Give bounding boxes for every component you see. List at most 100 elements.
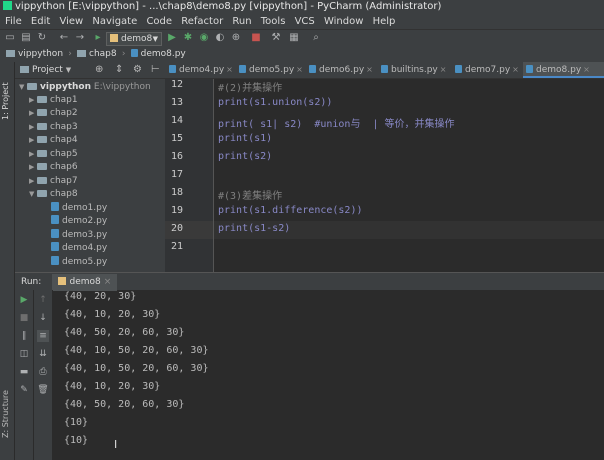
settings-wrench-icon[interactable]: ⚒: [270, 32, 282, 44]
menu-run[interactable]: Run: [232, 16, 251, 27]
tree-root[interactable]: ▼ vippython E:\vippython: [19, 81, 151, 94]
close-icon[interactable]: ×: [512, 65, 519, 74]
hide-panel-icon[interactable]: ⊢: [151, 62, 160, 78]
close-icon[interactable]: ×: [440, 65, 447, 74]
title-bar: vippython [E:\vippython] - ...\chap8\dem…: [0, 0, 604, 14]
folder-label: chap3: [50, 122, 78, 132]
tree-folder[interactable]: ▶ chap2: [29, 107, 78, 120]
project-panel-header: Project ▼ ⊕ ⇕ ⚙ ⊢: [15, 62, 165, 79]
menu-tools[interactable]: Tools: [261, 16, 286, 27]
tab-demo4[interactable]: demo4.py ×: [169, 62, 233, 78]
menu-help[interactable]: Help: [373, 16, 396, 27]
tree-file[interactable]: demo2.py: [51, 215, 107, 228]
locate-target-icon[interactable]: ⊕: [95, 62, 103, 78]
run-label: Run:: [21, 277, 42, 287]
menu-file[interactable]: File: [5, 16, 22, 27]
console-output-line: {40, 20, 30}: [64, 291, 137, 302]
concurrency-icon[interactable]: ⊕: [230, 32, 242, 44]
open-folder-icon[interactable]: ▭: [4, 32, 16, 44]
tree-folder[interactable]: ▶ chap1: [29, 94, 78, 107]
sync-icon[interactable]: ↻: [36, 32, 48, 44]
scroll-to-end-icon[interactable]: ⇊: [37, 348, 49, 360]
debug-icon[interactable]: ✱: [182, 32, 194, 44]
tab-demo7[interactable]: demo7.py ×: [455, 62, 519, 78]
collapsed-arrow-icon: ▶: [29, 177, 35, 185]
menu-vcs[interactable]: VCS: [295, 16, 315, 27]
close-icon[interactable]: ×: [296, 65, 303, 74]
project-tool-tab[interactable]: 1: Project: [1, 68, 13, 120]
project-panel: Project ▼ ⊕ ⇕ ⚙ ⊢ ▼ vippython E:\vippython…: [15, 62, 165, 272]
trash-icon[interactable]: 🗑: [37, 384, 49, 396]
run-tab[interactable]: demo8 ×: [52, 274, 118, 291]
tree-folder[interactable]: ▶ chap7: [29, 175, 78, 188]
run-config-select[interactable]: demo8 ▼: [106, 32, 162, 46]
tree-folder[interactable]: ▶ chap6: [29, 161, 78, 174]
back-arrow-icon[interactable]: ←: [58, 32, 70, 44]
print-icon[interactable]: ⎙: [37, 366, 49, 378]
up-arrow-icon[interactable]: ↑: [37, 294, 49, 306]
collapsed-arrow-icon: ▶: [29, 123, 35, 131]
search-icon[interactable]: ⌕: [310, 32, 322, 44]
code-line[interactable]: print(s2): [218, 151, 272, 162]
tree-file[interactable]: demo3.py: [51, 229, 107, 242]
code-line[interactable]: print(s1): [218, 133, 272, 144]
breadcrumb-folder[interactable]: chap8: [89, 49, 117, 59]
collapse-icon[interactable]: ⇕: [115, 62, 123, 78]
root-name: vippython: [40, 82, 92, 92]
code-line[interactable]: print(s1-s2): [218, 223, 290, 234]
folder-label: chap4: [50, 135, 78, 145]
tree-folder[interactable]: ▶ chap5: [29, 148, 78, 161]
stop-icon[interactable]: ■: [250, 32, 262, 44]
rerun-icon[interactable]: ▶: [18, 294, 30, 306]
run-icon[interactable]: ▶: [166, 32, 178, 44]
tree-file[interactable]: demo4.py: [51, 242, 107, 255]
tree-folder[interactable]: ▶ chap3: [29, 121, 78, 134]
soft-wrap-icon[interactable]: ≡: [37, 330, 49, 342]
down-arrow-icon[interactable]: ↓: [37, 312, 49, 324]
project-view-selector[interactable]: Project: [32, 65, 63, 75]
profile-icon[interactable]: ◐: [214, 32, 226, 44]
tab-demo6[interactable]: demo6.py ×: [309, 62, 373, 78]
code-line[interactable]: print(s1.union(s2)): [218, 97, 332, 108]
menu-edit[interactable]: Edit: [31, 16, 50, 27]
tree-folder[interactable]: ▶ chap4: [29, 134, 78, 147]
tree-file[interactable]: demo1.py: [51, 202, 107, 215]
close-icon[interactable]: ×: [226, 65, 233, 74]
run-tab-label: demo8: [69, 277, 101, 287]
tab-builtins[interactable]: builtins.py ×: [381, 62, 446, 78]
chevron-down-icon[interactable]: ▼: [66, 66, 71, 74]
stop-icon[interactable]: ■: [18, 312, 30, 324]
pin-icon[interactable]: ✎: [18, 384, 30, 396]
pause-icon[interactable]: ∥: [18, 330, 30, 342]
coverage-icon[interactable]: ◉: [198, 32, 210, 44]
tree-file[interactable]: demo5.py: [51, 256, 107, 269]
breadcrumb-file[interactable]: demo8.py: [141, 49, 186, 59]
python-file-icon: [526, 65, 533, 73]
close-icon[interactable]: ×: [104, 277, 112, 287]
forward-arrow-icon[interactable]: →: [74, 32, 86, 44]
settings-icon[interactable]: ▬: [18, 366, 30, 378]
run-config-label: demo8: [121, 34, 153, 44]
code-line[interactable]: print( s1| s2) #union与 | 等价，并集操作: [218, 115, 455, 130]
project-structure-icon[interactable]: ▦: [288, 32, 300, 44]
tab-demo8[interactable]: demo8.py ×: [523, 62, 604, 78]
menu-view[interactable]: View: [59, 16, 83, 27]
save-icon[interactable]: ▤: [20, 32, 32, 44]
structure-tool-tab[interactable]: Z: Structure: [1, 382, 13, 438]
tab-demo5[interactable]: demo5.py ×: [239, 62, 303, 78]
code-line[interactable]: #(3)差集操作: [218, 187, 282, 202]
menu-refactor[interactable]: Refactor: [181, 16, 223, 27]
text-cursor-icon: I: [114, 438, 118, 451]
code-line[interactable]: #(2)并集操作: [218, 79, 282, 94]
tree-folder[interactable]: ▼ chap8: [29, 188, 78, 201]
gear-icon[interactable]: ⚙: [133, 62, 142, 78]
code-line[interactable]: print(s1.difference(s2)): [218, 205, 363, 216]
menu-navigate[interactable]: Navigate: [92, 16, 137, 27]
close-icon[interactable]: ×: [583, 65, 590, 74]
menu-window[interactable]: Window: [324, 16, 363, 27]
console-output-line: {40, 10, 50, 20, 60, 30}: [64, 363, 209, 374]
menu-code[interactable]: Code: [146, 16, 172, 27]
breadcrumb-project[interactable]: vippython: [18, 49, 63, 59]
close-icon[interactable]: ×: [366, 65, 373, 74]
dump-threads-icon[interactable]: ◫: [18, 348, 30, 360]
